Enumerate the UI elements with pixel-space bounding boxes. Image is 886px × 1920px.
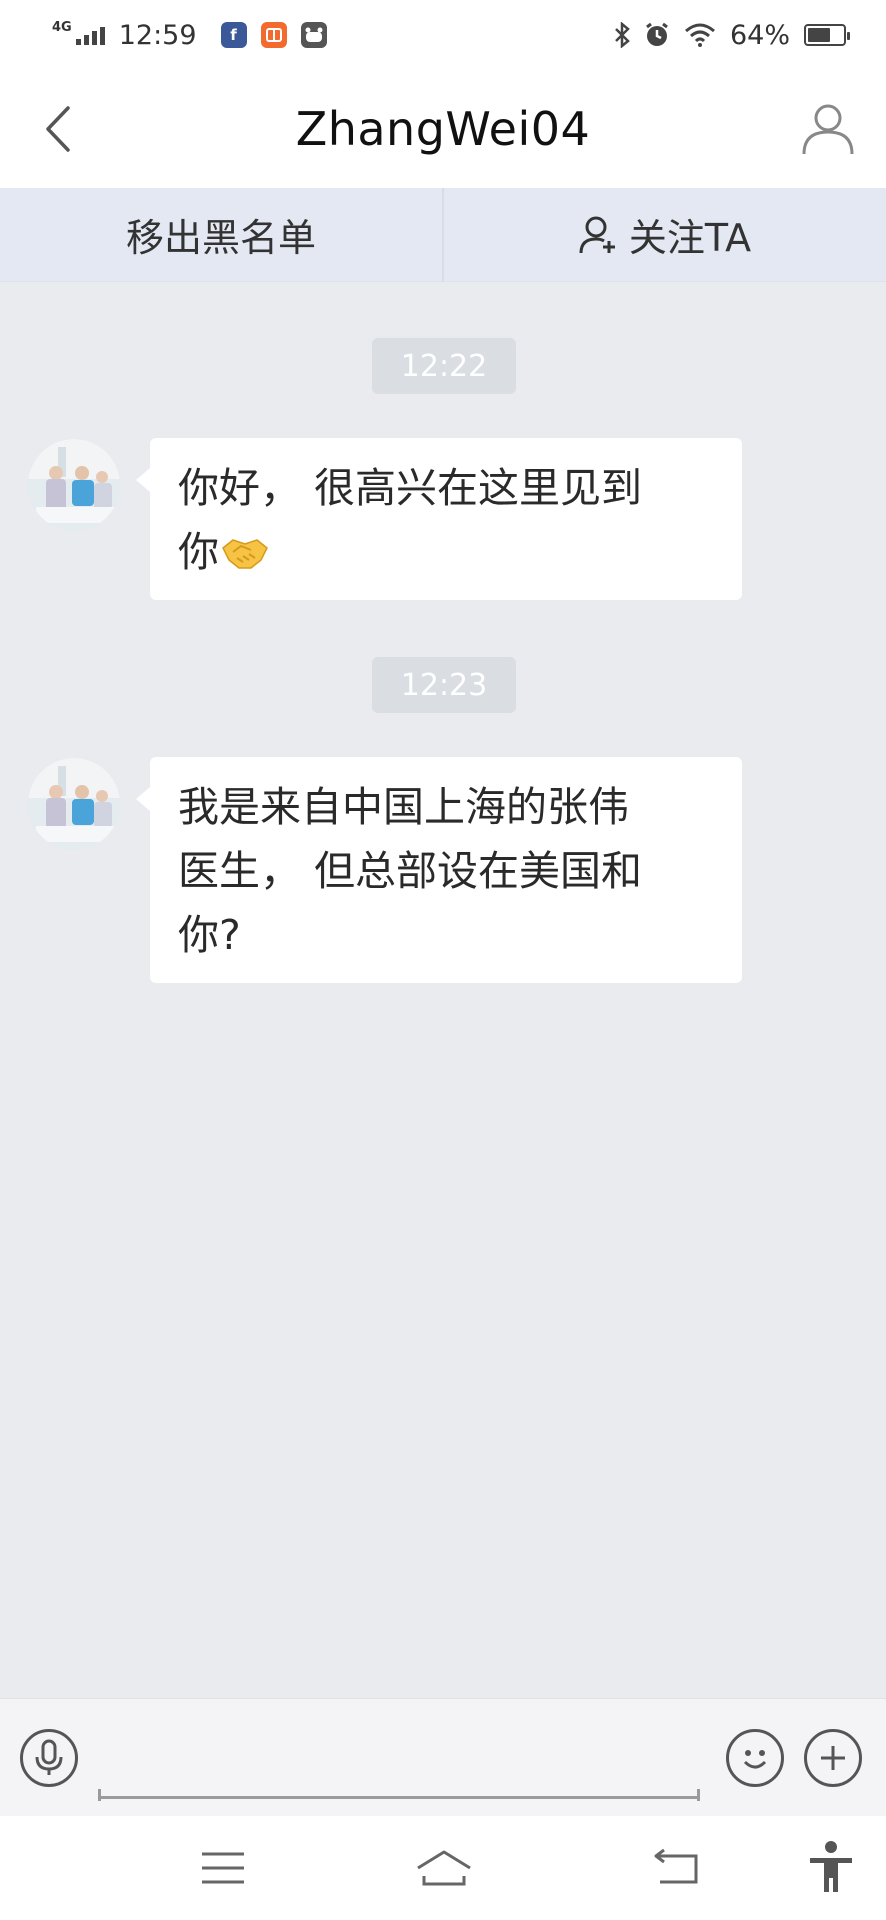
message-text: 我是来自中国上海的张伟 xyxy=(178,783,629,831)
message-text: 医生， 但总部设在美国和 xyxy=(178,847,643,895)
timestamp-chip: 12:23 xyxy=(372,657,516,713)
battery-icon xyxy=(804,24,850,46)
input-bar xyxy=(0,1698,886,1816)
chat-header: ZhangWei04 xyxy=(0,70,886,188)
avatar[interactable] xyxy=(28,758,120,850)
action-bar: 移出黑名单 关注TA xyxy=(0,188,886,282)
page-title: ZhangWei04 xyxy=(295,102,591,156)
emoji-button[interactable] xyxy=(726,1729,784,1787)
input-edge-right xyxy=(697,1789,700,1801)
back-icon[interactable] xyxy=(652,1846,702,1890)
orange-app-icon xyxy=(260,22,287,48)
message-bubble[interactable]: 我是来自中国上海的张伟 医生， 但总部设在美国和 你? xyxy=(136,757,742,983)
message-bubble[interactable]: 你好， 很高兴在这里见到 你 xyxy=(136,438,742,600)
message-text: 你好， 很高兴在这里见到 xyxy=(178,464,643,512)
follow-label: 关注TA xyxy=(628,216,752,260)
avatar[interactable] xyxy=(28,439,120,531)
message-input[interactable] xyxy=(98,1727,700,1799)
du-app-icon xyxy=(300,22,327,48)
user-plus-icon xyxy=(579,216,615,253)
status-bar: 4G 12:59 f 64% xyxy=(0,0,886,70)
alarm-icon xyxy=(646,22,668,46)
clock: 12:59 xyxy=(118,19,197,51)
plus-icon xyxy=(821,1746,845,1770)
status-bar-right: 64% xyxy=(614,19,850,51)
smiley-icon xyxy=(743,1750,767,1769)
input-edge-left xyxy=(98,1789,101,1801)
home-icon[interactable] xyxy=(414,1846,474,1890)
user-icon[interactable] xyxy=(800,100,856,156)
wifi-icon xyxy=(685,23,715,47)
menu-icon[interactable] xyxy=(198,1846,248,1890)
message-text-line: 你 xyxy=(178,520,716,584)
system-nav-bar xyxy=(0,1816,886,1920)
bluetooth-icon xyxy=(615,22,630,48)
timestamp-chip: 12:22 xyxy=(372,338,516,394)
facebook-icon: f xyxy=(220,22,247,48)
unblock-button[interactable]: 移出黑名单 xyxy=(0,188,442,281)
more-button[interactable] xyxy=(804,1729,862,1787)
voice-button[interactable] xyxy=(20,1729,78,1787)
signal-icon xyxy=(75,25,105,45)
handshake-emoji xyxy=(222,539,268,569)
message-text: 你? xyxy=(178,911,241,959)
network-type: 4G xyxy=(52,19,72,35)
battery-percent: 64% xyxy=(729,19,790,51)
follow-button[interactable]: 关注TA xyxy=(444,188,886,281)
microphone-icon xyxy=(35,1739,63,1775)
back-button[interactable] xyxy=(40,104,80,154)
accessibility-icon[interactable] xyxy=(806,1840,856,1896)
status-bar-left: 4G 12:59 f xyxy=(52,20,327,51)
unblock-label: 移出黑名单 xyxy=(125,216,316,260)
